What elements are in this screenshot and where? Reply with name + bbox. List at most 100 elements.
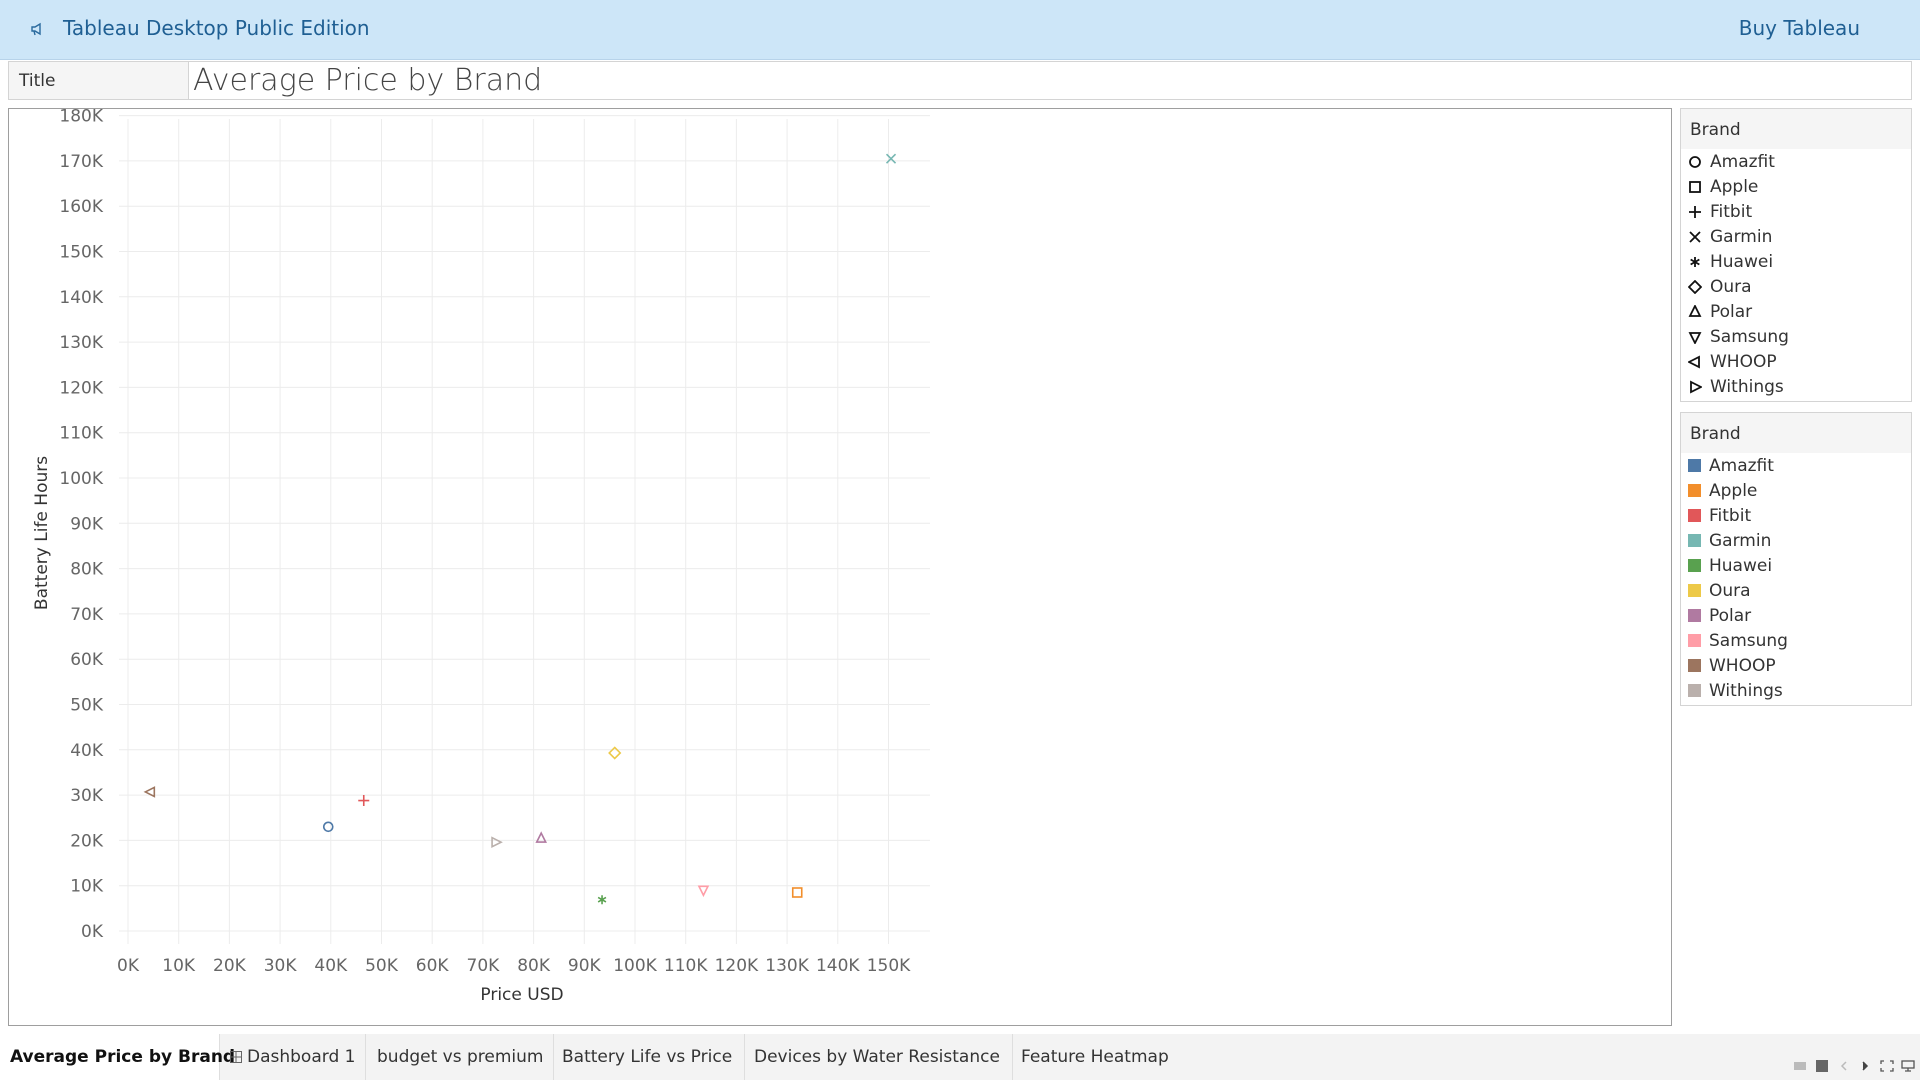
data-point-oura[interactable] [608,746,622,760]
data-point-fitbit[interactable] [358,795,370,807]
color-legend-item-polar[interactable]: Polar [1681,603,1911,628]
color-legend-item-samsung[interactable]: Samsung [1681,628,1911,653]
prev-sheet-icon[interactable] [1839,1060,1849,1072]
triangle-left-shape-icon [1688,355,1702,369]
legend-label: Amazfit [1709,455,1774,476]
shape-legend-item-apple[interactable]: Apple [1681,174,1911,199]
plus-shape-icon [1688,205,1702,219]
cross-shape-icon [1688,230,1702,244]
y-axis-title: Battery Life Hours [32,456,52,610]
legend-label: Garmin [1709,530,1772,551]
data-points[interactable] [143,153,897,905]
color-swatch [1688,659,1701,672]
x-tick-label: 30K [264,956,298,976]
triangle-right-shape-icon [1688,380,1702,394]
legend-label: Apple [1709,480,1758,501]
show-filmstrip-icon[interactable] [1794,1060,1806,1072]
tab-label: Feature Heatmap [1021,1047,1169,1067]
legend-label: Huawei [1709,555,1773,576]
color-legend-item-apple[interactable]: Apple [1681,478,1911,503]
presentation-mode-icon[interactable] [1901,1060,1915,1072]
data-point-garmin[interactable] [885,153,897,164]
shape-legend-item-whoop[interactable]: WHOOP [1681,349,1911,374]
legend-label: Samsung [1709,630,1788,651]
shape-legend-item-fitbit[interactable]: Fitbit [1681,199,1911,224]
shape-legend-item-oura[interactable]: Oura [1681,274,1911,299]
color-legend-item-amazfit[interactable]: Amazfit [1681,453,1911,478]
y-tick-label: 90K [70,514,104,534]
color-legend-item-whoop[interactable]: WHOOP [1681,653,1911,678]
data-point-amazfit[interactable] [322,821,334,833]
legend-label: Garmin [1710,226,1773,247]
tab-label: Dashboard 1 [247,1047,356,1067]
y-tick-label: 60K [70,650,104,670]
legend-label: Oura [1710,276,1752,297]
x-axis: 0K 10K 20K 30K 40K 50K 60K 70K 80K 90K 100K 110K 120… [117,956,911,976]
tab-label: Battery Life vs Price [562,1047,733,1067]
title-bar: Title Average Price by Brand [8,61,1912,100]
data-point-apple[interactable] [791,887,803,898]
legend-label: Samsung [1710,326,1789,347]
color-swatch [1688,484,1701,497]
color-legend-item-huawei[interactable]: Huawei [1681,553,1911,578]
y-tick-label: 10K [70,877,104,897]
color-swatch [1688,509,1701,522]
show-sheet-icon[interactable] [1816,1060,1828,1072]
tab-budget-vs-premium[interactable]: budget vs premium [366,1034,554,1080]
y-tick-label: 50K [70,696,104,716]
shape-legend-title: Brand [1681,109,1911,149]
color-legend-item-oura[interactable]: Oura [1681,578,1911,603]
x-tick-label: 100K [613,956,657,976]
tab-label: Devices by Water Resistance [754,1047,1000,1067]
x-tick-label: 120K [715,956,759,976]
shape-legend-item-garmin[interactable]: Garmin [1681,224,1911,249]
legend-label: Withings [1710,376,1784,397]
legend-label: Polar [1709,605,1752,626]
y-tick-label: 160K [59,197,103,217]
y-tick-label: 0K [81,922,104,942]
color-legend-item-fitbit[interactable]: Fitbit [1681,503,1911,528]
shape-legend-item-samsung[interactable]: Samsung [1681,324,1911,349]
legend-label: Withings [1709,680,1783,701]
buy-tableau-link[interactable]: Buy Tableau [1739,16,1860,40]
data-point-huawei[interactable] [597,895,607,905]
sheet-tab-bar: Average Price by Brand Dashboard 1 budge… [0,1034,1920,1080]
megaphone-icon [30,21,46,37]
color-legend: Brand Amazfit Apple Fitbit Garmin Huawei Oura… [1680,412,1912,706]
shape-legend-item-amazfit[interactable]: Amazfit [1681,149,1911,174]
tab-battery-life-vs-price[interactable]: Battery Life vs Price [554,1034,745,1080]
tab-dashboard-1[interactable]: Dashboard 1 [220,1034,366,1080]
color-swatch [1688,534,1701,547]
sheet-title[interactable]: Average Price by Brand [193,63,542,98]
tab-average-price-by-brand[interactable]: Average Price by Brand [0,1034,235,1080]
y-tick-label: 100K [59,469,103,489]
tab-devices-by-water-resistance[interactable]: Devices by Water Resistance [745,1034,1013,1080]
x-tick-label: 60K [416,956,450,976]
fit-view-icon[interactable] [1880,1060,1894,1072]
next-sheet-icon[interactable] [1860,1060,1870,1072]
color-swatch [1688,609,1701,622]
legend-label: WHOOP [1710,351,1777,372]
color-legend-item-garmin[interactable]: Garmin [1681,528,1911,553]
scatter-chart[interactable]: 0K 10K 20K 30K 40K 50K 60K 70K 80K 90K 100K 110K 120… [9,109,1671,1025]
legend-label: Apple [1710,176,1759,197]
shape-legend-item-polar[interactable]: Polar [1681,299,1911,324]
tab-feature-heatmap[interactable]: Feature Heatmap [1013,1034,1183,1080]
legend-label: Fitbit [1709,505,1752,526]
y-tick-label: 120K [59,378,103,398]
dashboard-grid-icon [230,1048,242,1063]
shape-legend: Brand Amazfit Apple Fitbit Garmin Huawei Oura… [1680,108,1912,402]
shape-legend-item-withings[interactable]: Withings [1681,374,1911,399]
y-tick-label: 140K [59,288,103,308]
color-swatch [1688,634,1701,647]
shape-legend-item-huawei[interactable]: Huawei [1681,249,1911,274]
data-point-samsung[interactable] [697,885,710,898]
x-tick-label: 110K [664,956,708,976]
chart-view[interactable]: 0K 10K 20K 30K 40K 50K 60K 70K 80K 90K 100K 110K 120… [8,108,1672,1026]
x-tick-label: 80K [517,956,551,976]
legend-label: Fitbit [1710,201,1753,222]
data-point-withings[interactable] [491,836,503,849]
asterisk-shape-icon [1688,255,1702,269]
color-legend-item-withings[interactable]: Withings [1681,678,1911,703]
x-tick-label: 140K [816,956,860,976]
